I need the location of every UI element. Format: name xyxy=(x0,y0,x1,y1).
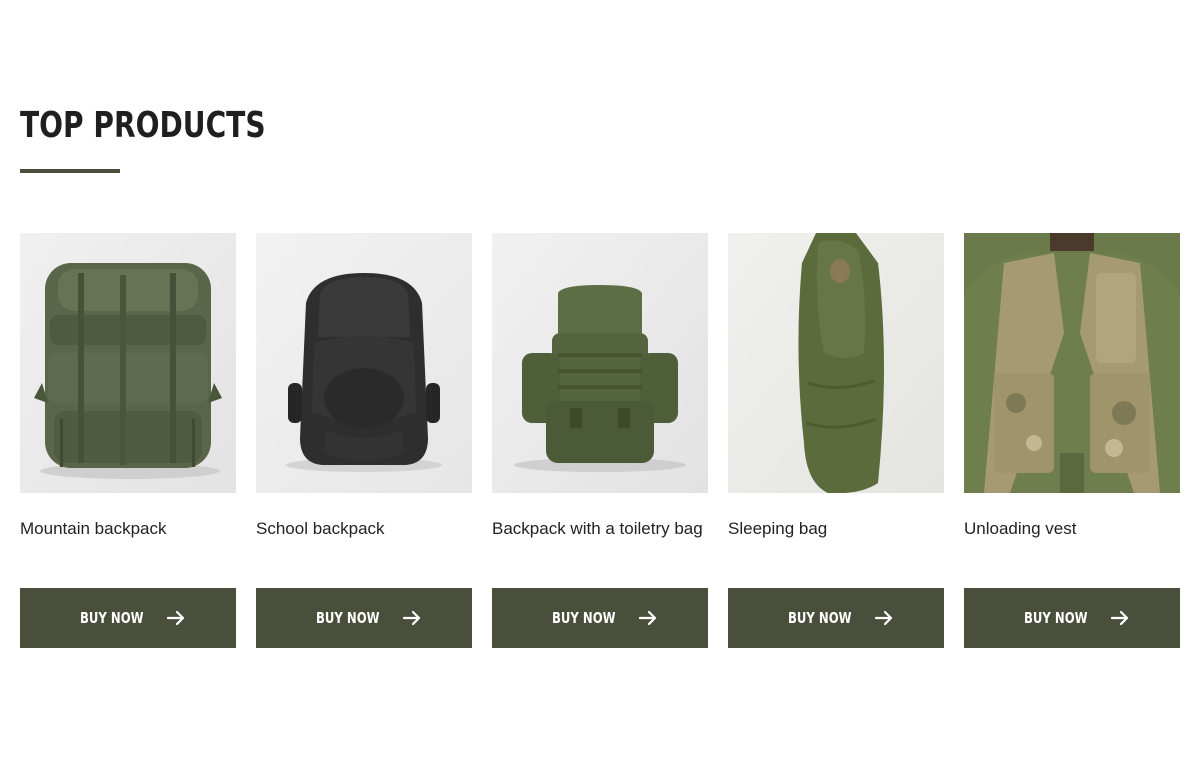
buy-now-button[interactable]: BUY NOW xyxy=(728,588,944,648)
sleeping-bag-photo xyxy=(728,233,944,493)
product-image-sleeping-bag[interactable] xyxy=(728,233,944,493)
top-products-section: TOP PRODUCTS Mountain backpack BUY NOW S… xyxy=(20,0,1180,768)
arrow-right-icon xyxy=(166,610,184,626)
product-card: School backpack BUY NOW xyxy=(256,233,472,648)
arrow-right-icon xyxy=(874,610,892,626)
product-image-unloading-vest[interactable] xyxy=(964,233,1180,493)
product-name[interactable]: Mountain backpack xyxy=(20,518,236,540)
buy-now-button[interactable]: BUY NOW xyxy=(256,588,472,648)
product-card: Mountain backpack BUY NOW xyxy=(20,233,236,648)
product-grid: Mountain backpack BUY NOW School backpac… xyxy=(20,233,1180,653)
mountain-backpack-photo xyxy=(20,233,236,493)
product-name[interactable]: Sleeping bag xyxy=(728,518,944,540)
product-image-school-backpack[interactable] xyxy=(256,233,472,493)
toiletry-backpack-photo xyxy=(492,233,708,493)
buy-now-button[interactable]: BUY NOW xyxy=(964,588,1180,648)
product-card: Sleeping bag BUY NOW xyxy=(728,233,944,648)
buy-now-label: BUY NOW xyxy=(788,609,852,627)
arrow-right-icon xyxy=(1110,610,1128,626)
buy-now-button[interactable]: BUY NOW xyxy=(20,588,236,648)
buy-now-label: BUY NOW xyxy=(316,609,380,627)
product-card: Backpack with a toiletry bag BUY NOW xyxy=(492,233,708,648)
product-image-toiletry-backpack[interactable] xyxy=(492,233,708,493)
product-image-mountain-backpack[interactable] xyxy=(20,233,236,493)
unloading-vest-photo xyxy=(964,233,1180,493)
arrow-right-icon xyxy=(638,610,656,626)
buy-now-label: BUY NOW xyxy=(80,609,144,627)
title-underline xyxy=(20,169,120,173)
buy-now-label: BUY NOW xyxy=(552,609,616,627)
buy-now-button[interactable]: BUY NOW xyxy=(492,588,708,648)
buy-now-label: BUY NOW xyxy=(1024,609,1088,627)
product-name[interactable]: School backpack xyxy=(256,518,472,540)
product-card: Unloading vest BUY NOW xyxy=(964,233,1180,648)
section-title: TOP PRODUCTS xyxy=(20,105,266,146)
product-name[interactable]: Backpack with a toiletry bag xyxy=(492,518,708,540)
arrow-right-icon xyxy=(402,610,420,626)
product-name[interactable]: Unloading vest xyxy=(964,518,1180,540)
school-backpack-photo xyxy=(256,233,472,493)
